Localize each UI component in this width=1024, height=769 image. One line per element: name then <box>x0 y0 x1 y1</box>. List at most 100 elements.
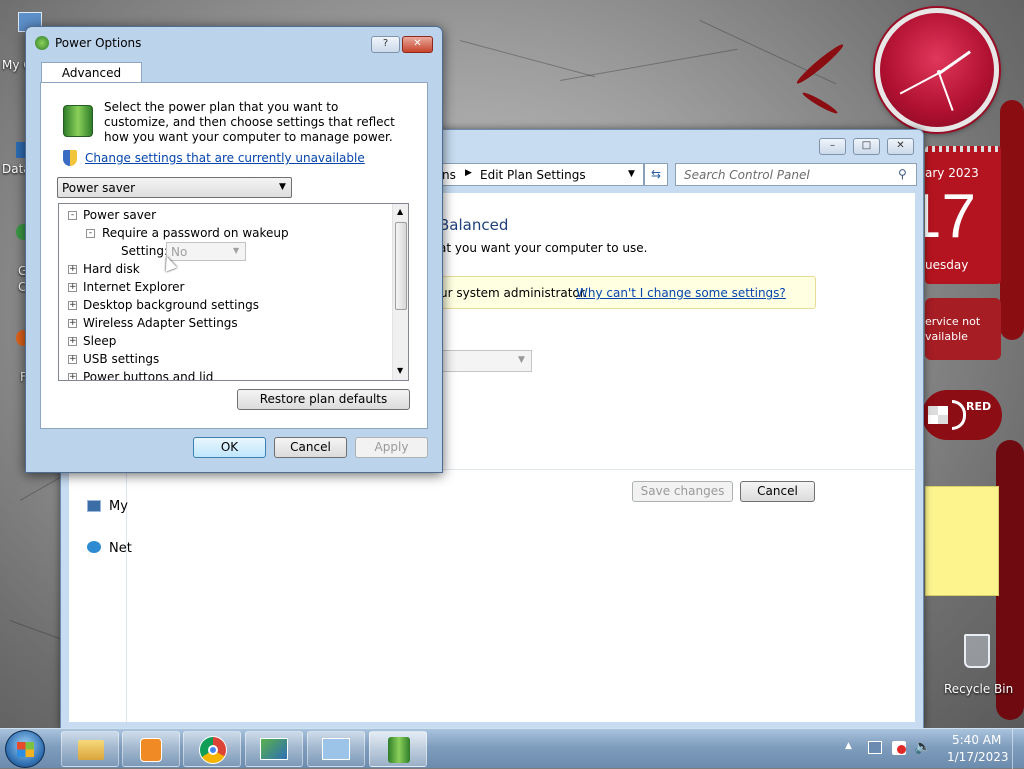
maximize-button[interactable]: □ <box>853 138 880 155</box>
admin-info-text: ur system administrator. <box>440 286 588 300</box>
tree-item-password-wakeup[interactable]: Require a password on wakeup <box>102 224 289 242</box>
nav-item-network[interactable]: Net <box>109 541 132 556</box>
action-center-icon[interactable] <box>892 741 906 755</box>
chevron-down-icon[interactable]: ▼ <box>628 169 635 179</box>
close-button[interactable]: ✕ <box>887 138 914 155</box>
expand-icon[interactable]: + <box>68 373 77 380</box>
tree-scrollbar[interactable]: ▲ ▼ <box>392 204 408 380</box>
settings-tree[interactable]: - Power saver - Require a password on wa… <box>58 203 409 381</box>
computer-icon <box>87 500 101 512</box>
recycle-bin-icon[interactable]: Recycle Bin <box>940 632 1014 700</box>
taskbar: ▲ 🔈 5:40 AM 1/17/2023 <box>0 728 1024 769</box>
admin-help-link[interactable]: Why can't I change some settings? <box>576 286 786 300</box>
help-button[interactable]: ? <box>371 36 400 53</box>
shield-icon <box>63 150 77 166</box>
expand-icon[interactable]: + <box>68 319 77 328</box>
recycle-bin-label: Recycle Bin <box>944 682 1014 696</box>
expand-icon[interactable]: + <box>68 283 77 292</box>
tree-item[interactable]: Sleep <box>83 332 116 350</box>
power-options-dialog[interactable]: Power Options ? ✕ Advanced settings Sele… <box>25 26 443 473</box>
search-icon[interactable]: ⚲ <box>898 167 907 181</box>
weather-gadget[interactable]: ervice not vailable <box>925 298 1001 360</box>
expand-icon[interactable]: + <box>68 265 77 274</box>
folder-icon <box>78 740 104 760</box>
tree-item-power-saver[interactable]: Power saver <box>83 206 156 224</box>
taskbar-network-app[interactable] <box>245 731 303 767</box>
restore-defaults-button[interactable]: Restore plan defaults <box>237 389 410 410</box>
save-changes-button[interactable]: Save changes <box>632 481 733 502</box>
search-input[interactable]: Search Control Panel <box>684 168 810 182</box>
chevron-down-icon: ▼ <box>518 355 525 365</box>
collapse-icon[interactable]: - <box>68 211 77 220</box>
network-icon <box>87 541 101 553</box>
breadcrumb-separator-icon: ▶ <box>465 168 472 178</box>
dialog-title: Power Options <box>55 36 142 50</box>
plan-select[interactable]: Power saver ▼ <box>57 177 292 198</box>
clock-time[interactable]: 5:40 AM <box>952 733 1001 747</box>
tree-item[interactable]: USB settings <box>83 350 159 368</box>
expand-icon[interactable]: + <box>68 355 77 364</box>
start-button[interactable] <box>5 730 45 768</box>
nav-item-computer[interactable]: My <box>109 499 128 514</box>
calendar-weekday: uesday <box>925 258 969 272</box>
cancel-button[interactable]: Cancel <box>274 437 347 458</box>
volume-icon[interactable]: 🔈 <box>914 739 931 755</box>
power-options-icon <box>35 36 49 50</box>
breadcrumb-partial: ns <box>442 168 456 182</box>
tree-item[interactable]: Internet Explorer <box>83 278 184 296</box>
tree-item[interactable]: Wireless Adapter Settings <box>83 314 238 332</box>
media-player-icon <box>140 738 162 762</box>
tree-item[interactable]: Desktop background settings <box>83 296 259 314</box>
battery-plug-icon <box>388 737 410 763</box>
show-hidden-icons[interactable]: ▲ <box>845 741 852 751</box>
ok-button[interactable]: OK <box>193 437 266 458</box>
chrome-icon <box>199 736 227 764</box>
cancel-button[interactable]: Cancel <box>740 481 815 502</box>
plan-dropdown-disabled: ▼ <box>439 350 532 372</box>
plan-heading: Balanced <box>439 216 509 234</box>
tree-item[interactable]: Hard disk <box>83 260 140 278</box>
apply-button[interactable]: Apply <box>355 437 428 458</box>
change-settings-link[interactable]: Change settings that are currently unava… <box>85 151 365 165</box>
setting-select-disabled[interactable]: No ▼ <box>166 242 246 261</box>
network-tray-icon[interactable] <box>868 741 882 754</box>
show-desktop-button[interactable] <box>1012 729 1024 769</box>
scroll-down-icon[interactable]: ▼ <box>397 366 403 375</box>
taskbar-chrome[interactable] <box>183 731 241 767</box>
calendar-month: ary 2023 <box>925 166 979 180</box>
clock-hour-hand <box>938 50 971 75</box>
red-label: RED <box>966 400 992 413</box>
taskbar-explorer[interactable] <box>61 731 119 767</box>
collapse-icon[interactable]: - <box>86 229 95 238</box>
clock-date[interactable]: 1/17/2023 <box>947 750 1009 764</box>
tab-advanced-settings[interactable]: Advanced settings <box>41 62 142 100</box>
weather-status-line2: vailable <box>925 330 968 343</box>
breadcrumb-current[interactable]: Edit Plan Settings <box>480 168 586 182</box>
network-monitor-icon <box>260 738 288 760</box>
plan-subtext: at you want your computer to use. <box>439 241 648 255</box>
close-button[interactable]: ✕ <box>402 36 433 53</box>
taskbar-power-options[interactable] <box>369 731 427 767</box>
refresh-button[interactable]: ⇆ <box>644 163 668 186</box>
chevron-down-icon: ▼ <box>233 246 240 255</box>
taskbar-control-panel[interactable] <box>307 731 365 767</box>
calendar-gadget[interactable]: ary 2023 17 uesday <box>925 146 1001 284</box>
tree-item[interactable]: Power buttons and lid <box>83 368 213 380</box>
minimize-button[interactable]: – <box>819 138 846 155</box>
taskbar-media-player[interactable] <box>122 731 180 767</box>
sticky-note-gadget[interactable] <box>925 486 999 596</box>
scroll-up-icon[interactable]: ▲ <box>397 207 403 216</box>
clock-gadget[interactable] <box>875 8 999 132</box>
search-box[interactable]: Search Control Panel ⚲ <box>675 163 917 186</box>
expand-icon[interactable]: + <box>68 301 77 310</box>
clock-minute-hand <box>899 72 940 95</box>
control-panel-icon <box>322 738 350 760</box>
admin-info-bar: ur system administrator. Why can't I cha… <box>399 276 816 309</box>
red-media-gadget[interactable]: RED <box>922 390 1002 440</box>
battery-plug-icon <box>63 105 93 137</box>
windows-logo-icon <box>928 406 948 424</box>
scroll-thumb[interactable] <box>395 222 407 310</box>
expand-icon[interactable]: + <box>68 337 77 346</box>
weather-status-line1: ervice not <box>925 315 981 328</box>
windows-logo-icon <box>17 742 34 757</box>
